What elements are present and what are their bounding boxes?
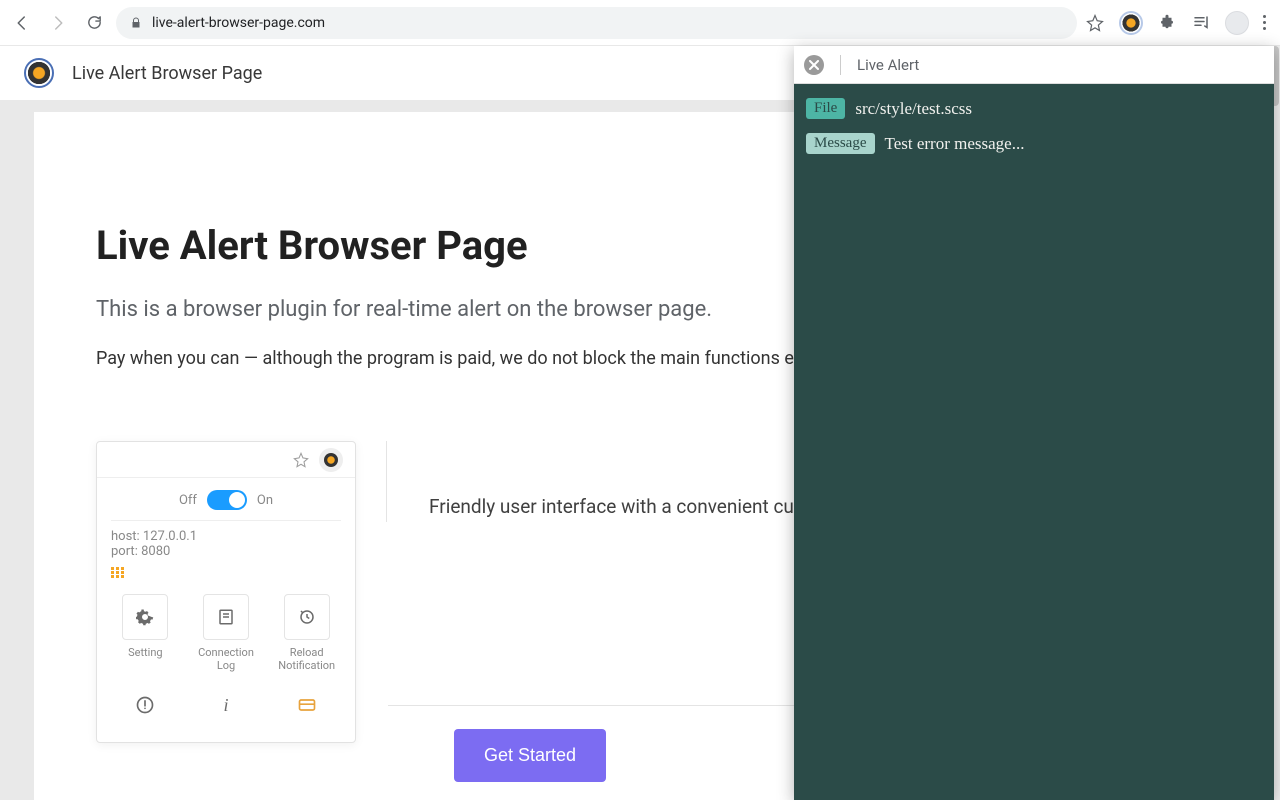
url-text: live-alert-browser-page.com	[152, 15, 325, 31]
message-badge: Message	[806, 133, 875, 154]
alert-title: Live Alert	[857, 56, 919, 74]
info-i-icon: i	[203, 682, 249, 728]
card-icon	[284, 682, 330, 728]
demo-tile-connection-log[interactable]: Connection Log	[192, 594, 261, 672]
profile-avatar[interactable]	[1225, 11, 1249, 35]
alert-file-value: src/style/test.scss	[855, 99, 972, 119]
apps-grid-icon	[111, 567, 125, 578]
demo-host-row: host: 127.0.0.1	[111, 529, 341, 544]
alert-circle-icon	[122, 682, 168, 728]
live-alert-panel: Live Alert File src/style/test.scss Mess…	[794, 46, 1274, 800]
site-logo-icon	[24, 58, 54, 88]
demo-screenshot: Off On host: 127.0.0.1 port: 8080	[96, 441, 356, 743]
header-separator	[840, 55, 841, 75]
gear-icon	[122, 594, 168, 640]
alert-header: Live Alert	[794, 46, 1274, 84]
forward-button[interactable]	[44, 9, 72, 37]
chrome-menu-icon[interactable]	[1263, 15, 1266, 30]
toggle-on-label: On	[257, 493, 273, 508]
demo-star-icon	[293, 452, 309, 468]
browser-toolbar: live-alert-browser-page.com	[0, 0, 1280, 46]
site-title: Live Alert Browser Page	[72, 63, 262, 84]
alert-message-value: Test error message...	[885, 134, 1025, 154]
demo-port-row: port: 8080	[111, 544, 341, 559]
demo-extension-icon	[319, 448, 343, 472]
alert-file-row: File src/style/test.scss	[806, 98, 1262, 119]
star-icon[interactable]	[1085, 13, 1105, 33]
close-icon[interactable]	[804, 55, 824, 75]
demo-toggle-row: Off On	[111, 490, 341, 510]
demo-top-bar	[97, 442, 355, 478]
log-icon	[203, 594, 249, 640]
demo-tile-reload-notification[interactable]: Reload Notification	[272, 594, 341, 672]
reload-button[interactable]	[80, 9, 108, 37]
demo-toggle[interactable]	[207, 490, 247, 510]
alert-message-row: Message Test error message...	[806, 133, 1262, 154]
reload-clock-icon	[284, 594, 330, 640]
toggle-off-label: Off	[179, 493, 197, 508]
extension-icon[interactable]	[1119, 11, 1143, 35]
toolbar-actions	[1085, 11, 1272, 35]
file-badge: File	[806, 98, 845, 119]
lock-icon	[130, 16, 142, 30]
demo-tile-setting[interactable]: Setting	[111, 594, 180, 672]
reading-list-icon[interactable]	[1191, 13, 1211, 33]
back-button[interactable]	[8, 9, 36, 37]
address-bar[interactable]: live-alert-browser-page.com	[116, 7, 1077, 39]
extensions-puzzle-icon[interactable]	[1157, 13, 1177, 33]
get-started-button[interactable]: Get Started	[454, 729, 606, 782]
